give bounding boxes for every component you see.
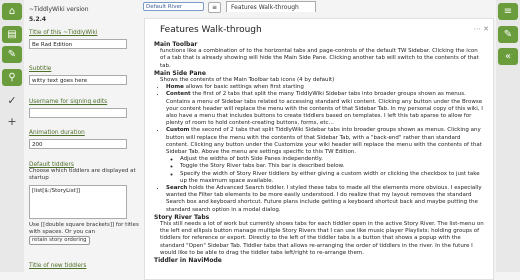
paragraph: This still needs a lot of work but curre… [160,221,484,256]
collapse-icon[interactable]: « [498,48,518,65]
content-icon[interactable]: ▤ [2,26,22,43]
list-item: Toggle the Story River tabs bar. This ba… [180,163,484,170]
custom-icon[interactable]: ✎ [2,46,22,63]
tiddler-controls: ⋯ ✕ [474,25,489,33]
river-select[interactable]: Default River [143,2,204,11]
username-input[interactable] [29,108,127,118]
list-item: Specify the width of Story River tiddler… [180,171,484,185]
paragraph: Shows the contents of the Main Toolbar t… [160,77,335,84]
title-input[interactable]: Be Rad Edition [29,39,127,49]
field-label[interactable]: Subtitle [29,66,127,72]
close-icon[interactable]: ✕ [483,25,489,33]
field-default-tiddlers: Default tiddlers Choose which tiddlers a… [29,162,142,245]
help-text-body: Use [[double square brackets]] for title… [29,222,139,235]
field-username: Username for signing edits [29,99,127,118]
field-label[interactable]: Username for signing edits [29,99,127,105]
menu-button[interactable]: ≡ [208,2,221,13]
field-note: Choose which tiddlers are displayed at s… [29,168,136,181]
list-item: Search holds the Advanced Search tiddler… [166,185,484,214]
more-icon[interactable]: ≡ [498,3,518,20]
tiddler-body: Main Toolbar functions like a combinatio… [154,41,484,264]
field-subtitle: Subtitle witty text goes here [29,66,127,85]
heading-main-toolbar: Main Toolbar [154,41,198,48]
add-icon[interactable]: + [2,113,22,130]
list-item: Home allows for basic settings when firs… [166,84,484,91]
check-icon[interactable]: ✓ [2,92,22,109]
field-label[interactable]: Animation duration [29,130,127,136]
edit-icon[interactable]: ✎ [498,26,518,43]
heading-main-side-pane: Main Side Pane [154,69,206,77]
heading-tiddlers: Tiddler in NaviMode [154,257,222,265]
side-pane-list: Home allows for basic settings when firs… [154,84,484,214]
paragraph: functions like a combination of to the h… [160,48,479,69]
main-side-pane: ~TiddlyWiki version 5.2.4 Title of this … [24,0,142,272]
list-item: Adjust the widths of both Side Panes ind… [180,156,484,163]
field-new-tiddlers: Title of new tiddlers [29,263,86,269]
subtitle-input[interactable]: witty text goes here [29,75,127,85]
more-icon[interactable]: ⋯ [474,25,481,33]
default-tiddlers-textarea[interactable]: [list[$:/StoryList]] [29,185,127,219]
right-toolbar: ≡ ✎ « [496,0,520,272]
field-title: Title of this ~TiddlyWiki Be Rad Edition [29,30,127,49]
field-label[interactable]: Title of new tiddlers [29,263,86,269]
field-label[interactable]: Title of this ~TiddlyWiki [29,30,127,36]
field-animation: Animation duration 200 [29,130,127,149]
story-river-tabs-bar: Default River ≡ Features Walk-through [142,0,496,14]
tiddler-frame: Features Walk-through ⋯ ✕ Main Toolbar f… [144,18,494,280]
list-item: Custom the second of 2 tabs that split T… [166,127,484,185]
home-icon[interactable]: ⌂ [2,3,22,20]
animation-input[interactable]: 200 [29,139,127,149]
story-river: Features Walk-through ⋯ ✕ Main Toolbar f… [142,14,496,280]
tab-features-walkthrough[interactable]: Features Walk-through [226,1,316,12]
left-toolbar: ⌂ ▤ ✎ ⚲ ✓ + [0,0,24,272]
tiddler-title: Features Walk-through [160,25,262,35]
retain-story-ordering-button[interactable]: retain story ordering [29,236,90,245]
list-item: Content the first of 2 tabs that split t… [166,91,484,127]
version-value: 5.2.4 [29,16,47,23]
version-label: ~TiddlyWiki version [29,6,89,13]
heading-story-river-tabs: Story River Tabs [154,213,210,221]
help-text: Use [[double square brackets]] for title… [29,222,142,245]
search-icon[interactable]: ⚲ [2,69,22,86]
